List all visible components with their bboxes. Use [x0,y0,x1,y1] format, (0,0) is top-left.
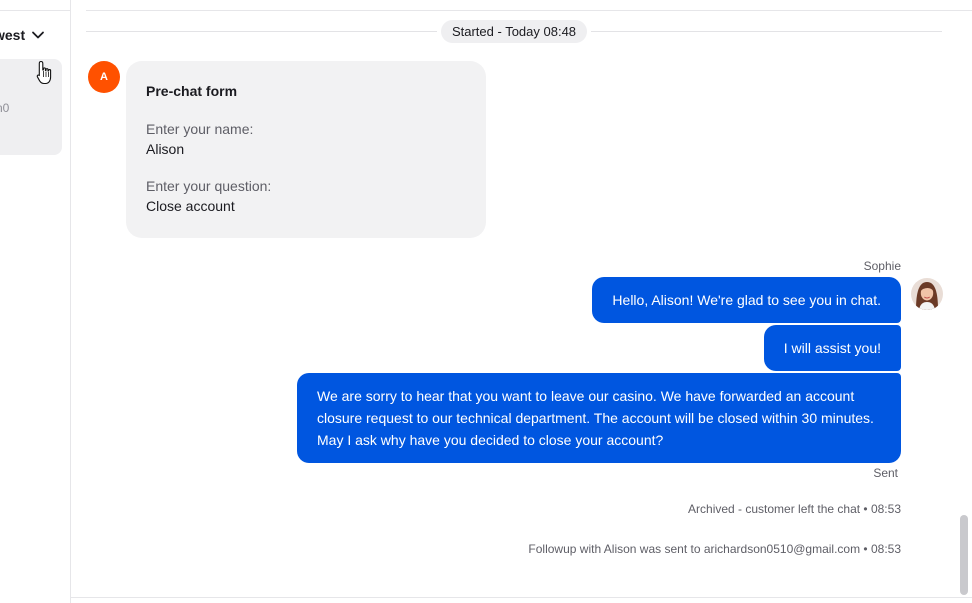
agent-message: I will assist you! [763,325,901,371]
sort-dropdown[interactable]: west [0,24,45,46]
chevron-down-icon [32,31,45,39]
agent-message: Hello, Alison! We're glad to see you in … [592,277,901,323]
agent-message: We are sorry to hear that you want to le… [297,373,901,463]
chat-conversation-panel: Started - Today 08:48 A Pre-chat form En… [71,0,972,603]
prechat-name-answer: Alison [146,141,185,157]
prechat-question-answer: Close account [146,198,235,214]
prechat-question-question: Enter your question: [146,178,272,194]
conversation-bottom-divider [71,597,972,598]
conversation-scrollbar[interactable] [960,515,968,595]
customer-avatar: A [88,61,120,93]
chat-list-item-snippet: n0 [0,101,10,115]
agent-name-label: Sophie [863,259,901,273]
system-event-archived: Archived - customer left the chat • 08:5… [688,502,901,516]
agent-avatar-photo-icon [911,278,943,310]
agent-avatar [911,278,943,310]
system-event-followup: Followup with Alison was sent to arichar… [528,542,901,556]
sort-label: west [0,27,26,43]
prechat-name-question: Enter your name: [146,121,254,137]
chat-started-label: Started - Today 08:48 [440,19,588,43]
sidebar-top-divider [0,0,71,11]
chat-list-sidebar: west n0 [0,0,71,603]
hand-pointer-cursor-icon [36,60,52,85]
message-sent-status: Sent [873,466,898,480]
divider-line-left [86,30,437,32]
divider-line-right [591,30,943,32]
prechat-form-bubble: Pre-chat form Enter your name: Alison En… [126,61,486,238]
prechat-form-title: Pre-chat form [146,83,238,99]
chat-start-divider: Started - Today 08:48 [86,19,943,43]
conversation-top-divider [86,0,972,11]
